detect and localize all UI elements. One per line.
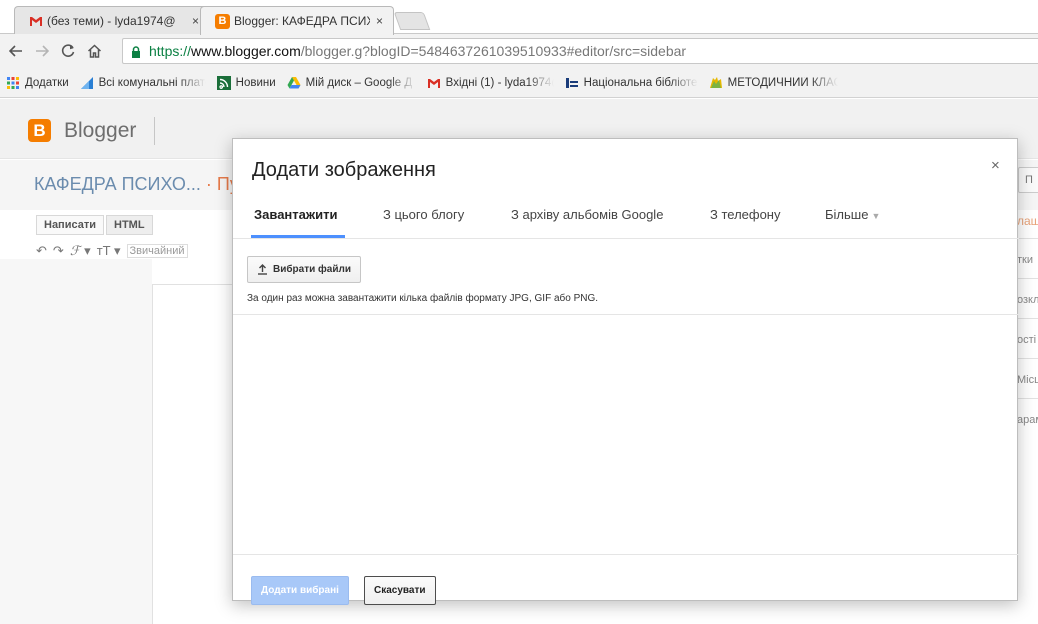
close-icon[interactable]: ×	[192, 14, 199, 28]
tab-from-this-blog[interactable]: З цього блогу	[383, 207, 464, 222]
choose-files-button[interactable]: Вибрати файли	[247, 256, 361, 283]
editor-gutter	[0, 259, 152, 624]
blog-title[interactable]: КАФЕДРА ПСИХО... · Пу	[34, 174, 239, 195]
url-input[interactable]: https://www.blogger.com/blogger.g?blogID…	[122, 38, 1038, 64]
url-scheme: https://	[149, 43, 192, 59]
blogger-brand[interactable]: Blogger	[64, 119, 136, 143]
bookmarks-bar: Додатки Всі комунальні плате Новини Мій …	[0, 68, 1038, 98]
publish-button-stub[interactable]: П	[1018, 167, 1038, 193]
font-size-icon[interactable]: ᴛT ▾	[97, 243, 121, 259]
close-icon[interactable]: ×	[376, 14, 383, 28]
bookmark-methodical-class[interactable]: МЕТОДИЧНИЙ КЛАС	[709, 76, 838, 90]
bookmark-apps[interactable]: Додатки	[6, 76, 69, 90]
bookmark-label: Всі комунальні плате	[98, 76, 206, 89]
bookmark-label: МЕТОДИЧНИЙ КЛАС	[727, 76, 838, 89]
reload-button[interactable]	[58, 41, 78, 61]
blogger-icon: B	[215, 13, 230, 29]
bookmark-label: Додатки	[25, 76, 69, 89]
close-icon[interactable]: ×	[991, 157, 1000, 174]
google-drive-icon	[287, 76, 301, 88]
bookmark-library[interactable]: Національна бібліоте	[565, 76, 698, 90]
tab-more[interactable]: Більше ▼	[825, 207, 880, 222]
settings-item[interactable]: озкл	[1017, 294, 1038, 306]
bookmark-news[interactable]: Новини	[216, 75, 276, 90]
gmail-icon	[427, 78, 440, 88]
tab-gmail[interactable]: (без теми) - lyda1974@ ×	[14, 6, 210, 34]
chevron-down-icon: ▼	[871, 211, 881, 221]
undo-icon[interactable]: ↶	[36, 243, 47, 259]
settings-item[interactable]: ості	[1017, 334, 1038, 346]
apps-grid-icon	[7, 76, 19, 89]
divider	[233, 314, 1019, 315]
add-image-dialog: Додати зображення × Завантажити З цього …	[232, 138, 1019, 605]
cancel-button[interactable]: Скасувати	[364, 576, 436, 605]
tab-blogger[interactable]: B Blogger: КАФЕДРА ПСИХ ×	[200, 6, 394, 35]
library-icon	[565, 77, 578, 88]
tab-google-albums[interactable]: З архіву альбомів Google	[511, 207, 663, 222]
home-icon	[87, 44, 101, 58]
browser-tabstrip: (без теми) - lyda1974@ × B Blogger: КАФЕ…	[0, 0, 1038, 35]
font-icon[interactable]: ℱ ▾	[70, 244, 91, 259]
lock-icon	[131, 45, 141, 58]
gmail-icon	[29, 15, 43, 27]
tab-title: Blogger: КАФЕДРА ПСИХ	[234, 14, 370, 28]
bookmark-label: Новини	[235, 76, 276, 89]
reload-icon	[61, 44, 75, 57]
blog-title-text: КАФЕДРА ПСИХО...	[34, 174, 201, 194]
tab-compose[interactable]: Написати	[36, 215, 104, 235]
upload-hint: За один раз можна завантажити кілька фай…	[247, 293, 599, 304]
settings-item[interactable]: арам	[1017, 414, 1038, 426]
settings-item[interactable]: Місце	[1017, 374, 1038, 386]
redo-icon[interactable]: ↷	[53, 243, 64, 259]
url-path: /blogger.g?blogID=5484637261039510933#ed…	[300, 43, 687, 59]
dialog-title: Додати зображення	[252, 159, 436, 181]
settings-item[interactable]: тки	[1017, 254, 1038, 266]
header-divider	[154, 117, 155, 145]
footer-divider	[233, 554, 1019, 555]
folder-icon	[709, 76, 722, 88]
new-tab-button[interactable]	[393, 12, 431, 30]
address-bar: https://www.blogger.com/blogger.g?blogID…	[0, 34, 1038, 68]
bookmark-google-drive[interactable]: Мій диск – Google Д	[287, 76, 416, 90]
tab-title: (без теми) - lyda1974@	[47, 13, 176, 28]
bookmark-label: Національна бібліоте	[583, 76, 698, 89]
editor-mode-tabs: Написати HTML	[36, 215, 155, 235]
tab-upload[interactable]: Завантажити	[254, 207, 337, 222]
tab-more-label: Більше	[825, 207, 869, 222]
url-host: www.blogger.com	[191, 43, 301, 59]
back-button[interactable]	[6, 41, 26, 61]
add-selected-button[interactable]: Додати вибрані	[251, 576, 349, 605]
tab-from-phone[interactable]: З телефону	[710, 207, 781, 222]
format-toolbar: ↶ ↷ ℱ ▾ ᴛT ▾ Звичайний	[36, 243, 194, 259]
forward-arrow-icon	[36, 45, 49, 57]
bookmark-label: Мій диск – Google Д	[305, 76, 413, 89]
paragraph-style-select[interactable]: Звичайний	[126, 244, 188, 258]
upload-icon	[258, 264, 267, 275]
home-button[interactable]	[84, 41, 104, 61]
forward-button[interactable]	[32, 41, 52, 61]
bookmark-label: Вхідні (1) - lyda1974@	[445, 76, 554, 89]
settings-item[interactable]: лаш	[1017, 214, 1038, 228]
bookmark-gmail-inbox[interactable]: Вхідні (1) - lyda1974@	[427, 76, 554, 90]
blogger-logo-icon[interactable]: B	[28, 119, 51, 142]
choose-files-label: Вибрати файли	[273, 264, 351, 275]
payments-icon	[80, 76, 93, 89]
back-arrow-icon	[9, 45, 22, 57]
news-icon	[216, 75, 231, 90]
selected-tab-indicator	[251, 235, 345, 238]
tab-html[interactable]: HTML	[106, 215, 153, 235]
bookmark-payments[interactable]: Всі комунальні плате	[80, 76, 206, 90]
dialog-tabs: Завантажити З цього блогу З архіву альбо…	[233, 203, 1019, 239]
